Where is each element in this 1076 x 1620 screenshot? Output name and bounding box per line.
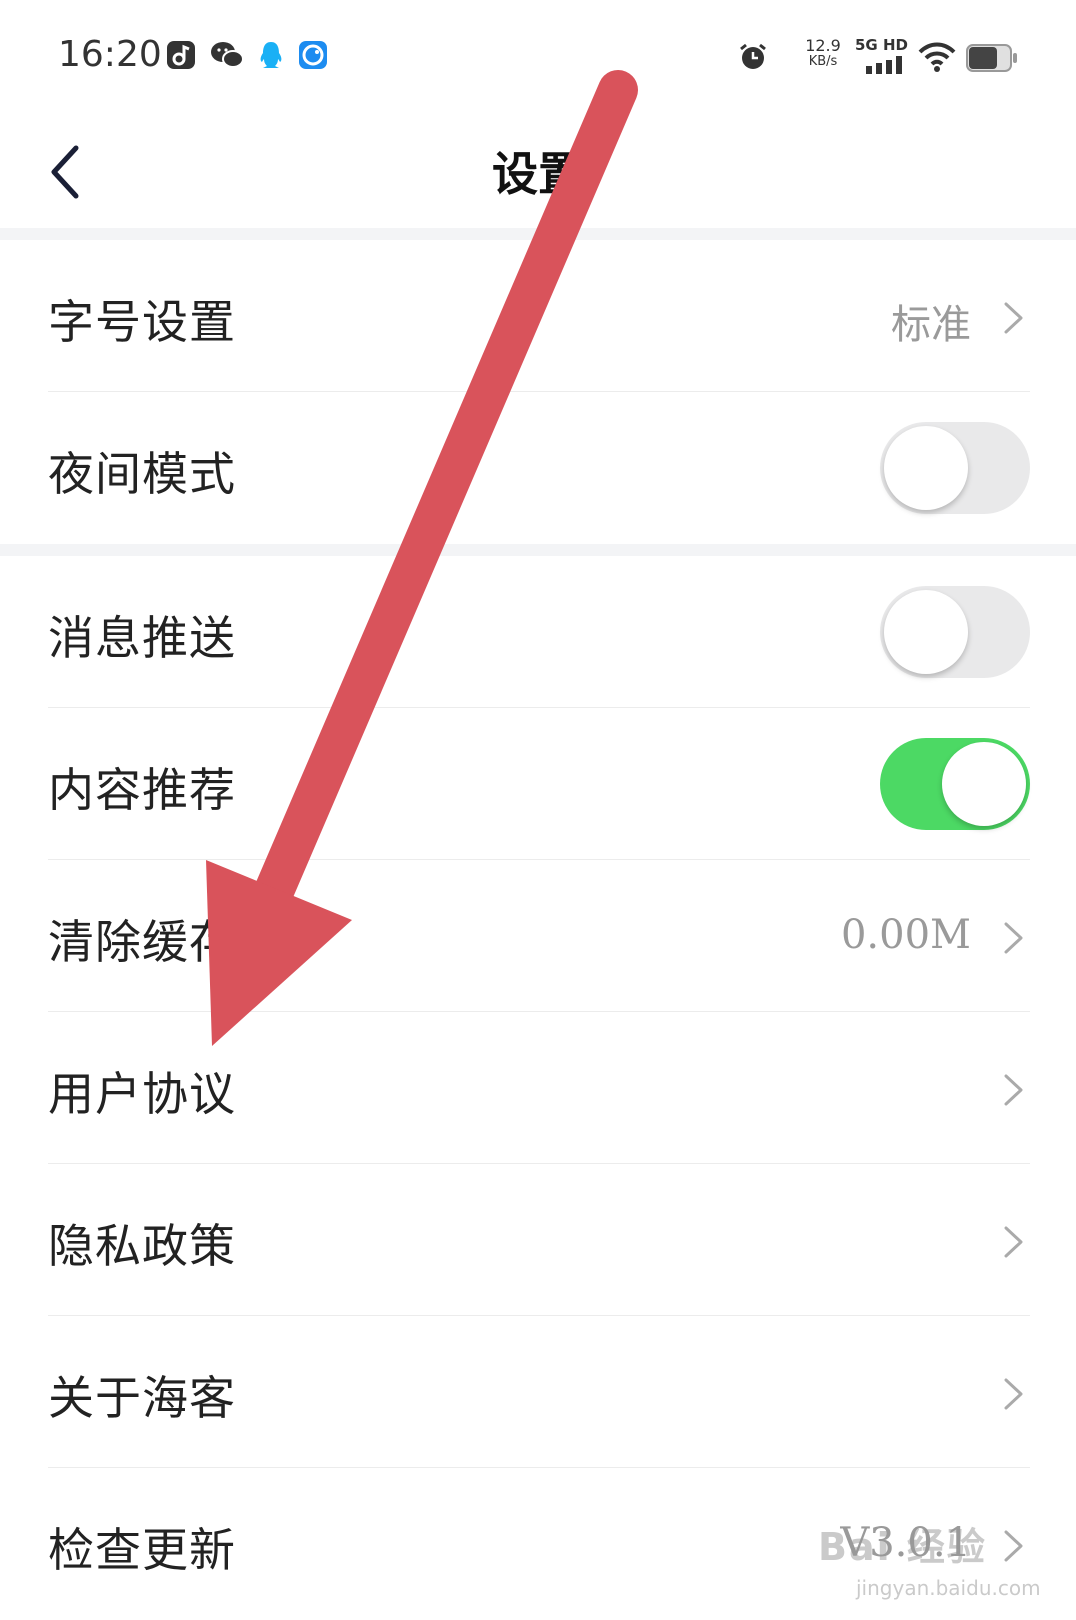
network-type: 5G HD: [855, 36, 908, 54]
toggle-knob: [884, 426, 968, 510]
section-divider: [0, 544, 1076, 556]
chevron-right-icon: [1004, 302, 1023, 334]
content-recommendation-label: 内容推荐: [48, 763, 236, 817]
qq-icon: [260, 42, 282, 68]
clear-cache-label: 清除缓存: [48, 915, 236, 969]
header-bar: 设置: [0, 118, 1076, 228]
chevron-right-icon: [1004, 1226, 1023, 1258]
app-notification-icon: [299, 41, 327, 69]
user-agreement-row[interactable]: 用户协议: [0, 1012, 1076, 1164]
chevron-right-icon: [1004, 1074, 1023, 1106]
font-size-setting-row[interactable]: 字号设置 标准: [0, 240, 1076, 392]
toggle-knob: [942, 742, 1026, 826]
alarm-icon: [740, 43, 766, 69]
signal-bars-icon: [866, 56, 902, 74]
status-time: 16:20: [58, 34, 162, 75]
network-speed-value: 12.9: [805, 36, 841, 55]
about-label: 关于海客: [48, 1371, 236, 1425]
music-app-icon: [167, 41, 195, 69]
status-bar: 16:20 12.9 KB/s 5G HD: [0, 0, 1076, 118]
push-notifications-label: 消息推送: [48, 611, 236, 665]
chevron-right-icon: [1004, 1378, 1023, 1410]
network-speed: 12.9 KB/s: [801, 38, 845, 70]
night-mode-toggle[interactable]: [880, 422, 1030, 514]
cache-size-value: 0.00M: [840, 912, 971, 958]
check-update-label: 检查更新: [48, 1523, 236, 1577]
clear-cache-setting-row[interactable]: 清除缓存 0.00M: [0, 860, 1076, 1012]
wifi-icon: [918, 42, 956, 72]
font-size-value: 标准: [891, 302, 971, 348]
page-title: 设置: [492, 147, 584, 201]
check-update-row[interactable]: 检查更新 V3.0.1: [0, 1468, 1076, 1620]
content-recommendation-setting-row: 内容推荐: [0, 708, 1076, 860]
about-row[interactable]: 关于海客: [0, 1316, 1076, 1468]
chevron-right-icon: [1004, 1530, 1023, 1562]
chevron-right-icon: [1004, 922, 1023, 954]
battery-icon: [966, 44, 1017, 72]
network-speed-unit: KB/s: [808, 54, 838, 69]
push-notifications-setting-row: 消息推送: [0, 556, 1076, 708]
wechat-icon: [211, 42, 244, 68]
font-size-label: 字号设置: [48, 295, 236, 349]
toggle-knob: [884, 590, 968, 674]
privacy-policy-label: 隐私政策: [48, 1219, 236, 1273]
night-mode-label: 夜间模式: [48, 447, 236, 501]
night-mode-setting-row: 夜间模式: [0, 392, 1076, 544]
app-version-value: V3.0.1: [840, 1520, 971, 1566]
privacy-policy-row[interactable]: 隐私政策: [0, 1164, 1076, 1316]
user-agreement-label: 用户协议: [48, 1067, 236, 1121]
push-notifications-toggle[interactable]: [880, 586, 1030, 678]
section-divider: [0, 228, 1076, 240]
content-recommendation-toggle[interactable]: [880, 738, 1030, 830]
